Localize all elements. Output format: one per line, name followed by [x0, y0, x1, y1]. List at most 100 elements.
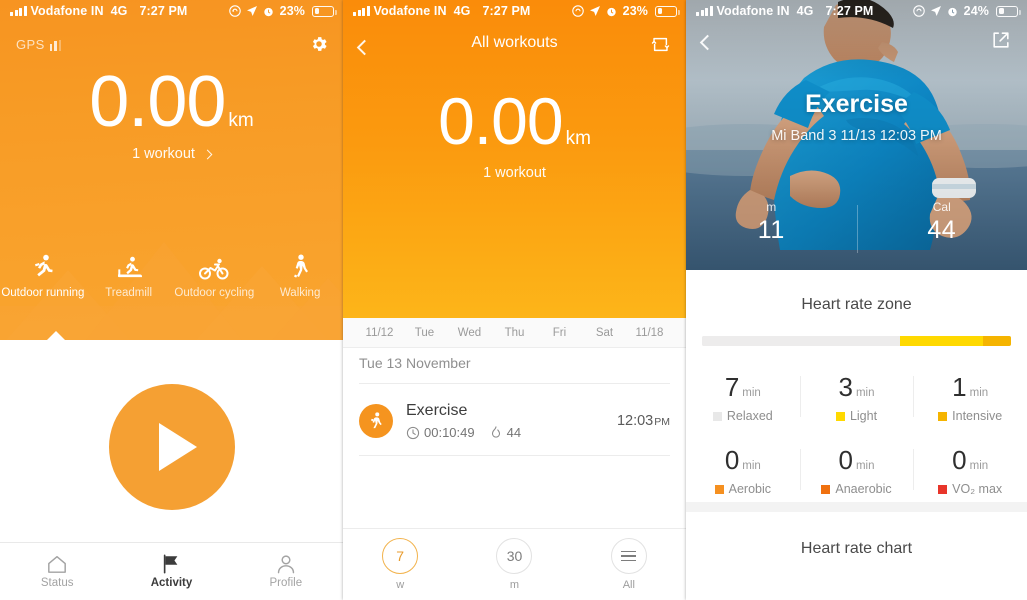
stat-label: m [766, 200, 777, 214]
workout-time: 12:03PM [617, 413, 670, 429]
zone-value: 3 [838, 372, 853, 402]
filter-value: 30 [496, 538, 533, 574]
walking-icon [257, 252, 343, 280]
filter-value [610, 538, 647, 574]
day-strip[interactable]: 11/12 Tue Wed Thu Fri Sat 11/18 [343, 318, 686, 348]
zone-label: Anaerobic [835, 482, 892, 496]
active-sport-indicator [45, 331, 67, 342]
zone-color-swatch [821, 484, 831, 494]
workout-count-link[interactable]: 1 workout [0, 146, 343, 162]
zone-cell-relaxed: 7 min Relaxed [686, 372, 800, 423]
distance-unit: km [228, 110, 254, 131]
start-workout-button[interactable] [108, 384, 235, 510]
workout-info: Exercise 00:10:49 44 [406, 402, 521, 440]
zone-value: 0 [724, 445, 740, 475]
gps-status: GPS [16, 37, 62, 52]
carrier-label: Vodafone IN [716, 4, 790, 18]
zone-bar-segment [702, 336, 900, 346]
heart-rate-chart-card[interactable]: Heart rate chart [686, 512, 1027, 600]
duration-value: 00:10:49 [424, 425, 475, 440]
filter-week[interactable]: 7 w [343, 538, 457, 591]
cycling-icon [172, 252, 258, 280]
day-label: Wed [457, 326, 482, 339]
chevron-left-icon[interactable] [699, 34, 716, 51]
filter-month[interactable]: 30 m [457, 538, 571, 591]
distance-metric: 0.00 km 1 workout [0, 66, 343, 163]
workout-caption: Exercise Mi Band 3 11/13 12:03 PM [686, 90, 1027, 144]
location-arrow-icon [246, 5, 258, 17]
calories-value: 44 [506, 425, 522, 440]
zone-color-swatch [938, 484, 948, 494]
activity-top-bar: GPS [0, 22, 343, 54]
tab-label: Profile [269, 577, 303, 589]
tab-status[interactable]: Status [0, 543, 114, 600]
clock-label: 7:27 PM [139, 4, 188, 18]
sport-item-treadmill[interactable]: Treadmill [86, 252, 172, 300]
zone-cell-light: 3 min Light [799, 372, 914, 423]
tab-label: Status [40, 577, 74, 589]
hamburger-icon [621, 550, 637, 562]
phone-screen-activity: Vodafone IN 4G 7:27 PM 23% GPS 0.00 km 1… [0, 0, 343, 600]
tab-label: Activity [150, 577, 193, 589]
sport-label: Treadmill [105, 287, 153, 299]
sport-item-outdoor-running[interactable]: Outdoor running [0, 252, 86, 300]
tab-activity[interactable]: Activity [114, 543, 228, 600]
zone-label: Light [849, 409, 878, 423]
flame-icon [491, 426, 500, 438]
signal-bars-icon [10, 6, 27, 16]
hero-stat-calories: Cal 44 [857, 200, 1027, 245]
distance-value: 0.00 [438, 84, 563, 158]
filter-all[interactable]: All [572, 538, 686, 591]
treadmill-icon [86, 252, 172, 280]
page-title: Exercise [805, 90, 908, 118]
zone-unit: min [969, 387, 989, 399]
hero-stats: m 11 Cal 44 [686, 200, 1027, 245]
battery-icon [996, 5, 1021, 17]
network-type-label: 4G [453, 4, 471, 18]
workout-list-item[interactable]: Exercise 00:10:49 44 12:03PM [359, 392, 670, 450]
clock-label: 7:27 PM [825, 4, 874, 18]
day-label: 11/12 [365, 326, 394, 339]
battery-icon [655, 5, 680, 17]
time-value: 12:03 [616, 413, 654, 429]
sport-item-outdoor-cycling[interactable]: Outdoor cycling [172, 252, 258, 300]
screenshot-stage: Vodafone IN 4G 7:27 PM 23% GPS 0.00 km 1… [0, 0, 1027, 600]
stat-label: Cal [932, 200, 951, 214]
sport-item-walking[interactable]: Walking [257, 252, 343, 300]
exercise-icon [359, 404, 393, 438]
zone-label: Relaxed [726, 409, 773, 423]
day-label: Tue [414, 326, 435, 339]
alarm-clock-icon [947, 6, 958, 17]
phone-screen-all-workouts: Vodafone IN 4G 7:27 PM 23% All workouts [343, 0, 686, 600]
zone-color-swatch [712, 411, 722, 421]
person-icon [277, 555, 294, 574]
clock-icon [406, 426, 420, 439]
workout-duration: 00:10:49 [406, 425, 475, 440]
zone-unit: min [855, 460, 875, 472]
rotation-lock-icon [571, 5, 584, 17]
zone-cell-anaerobic: 0 min Anaerobic [799, 445, 914, 496]
day-label: Sat [595, 326, 614, 339]
zone-cell-intensive: 1 min Intensive [913, 372, 1027, 423]
zone-value: 0 [952, 445, 967, 475]
share-icon[interactable] [991, 30, 1011, 55]
zone-cell-vo2max: 0 min VO₂ max [913, 445, 1027, 496]
running-icon [0, 252, 86, 280]
zone-label: VO₂ max [952, 482, 1003, 496]
battery-percent-label: 23% [279, 4, 305, 18]
rotation-lock-icon [912, 5, 925, 17]
zone-color-swatch [835, 411, 845, 421]
tab-profile[interactable]: Profile [229, 543, 343, 600]
gear-icon[interactable] [309, 34, 329, 54]
sport-type-selector: Outdoor running Treadmill Outdoor cyclin… [0, 252, 343, 300]
section-title: Heart rate zone [801, 296, 912, 313]
filter-value: 7 [382, 538, 419, 574]
location-arrow-icon [589, 5, 601, 17]
filter-label: m [509, 579, 520, 591]
clock-label: 7:27 PM [482, 4, 531, 18]
zone-unit: min [742, 460, 761, 472]
flag-icon [164, 554, 178, 574]
workout-count-label: 1 workout [483, 164, 546, 181]
device-and-date: Mi Band 3 11/13 12:03 PM [771, 128, 942, 144]
zone-unit: min [742, 387, 761, 399]
